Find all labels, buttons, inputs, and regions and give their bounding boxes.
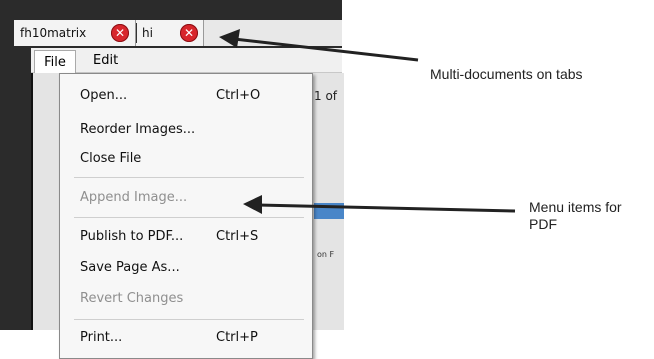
tabs-arrow-line	[233, 37, 419, 62]
pdf-arrow-head	[243, 195, 262, 214]
annotation-pdf-menu: Menu items for PDF	[529, 199, 622, 232]
tabs-arrow-head	[219, 29, 240, 48]
pdf-arrow-line	[257, 203, 516, 213]
annotation-tabs: Multi-documents on tabs	[430, 66, 583, 82]
annotation-arrows	[219, 29, 516, 214]
